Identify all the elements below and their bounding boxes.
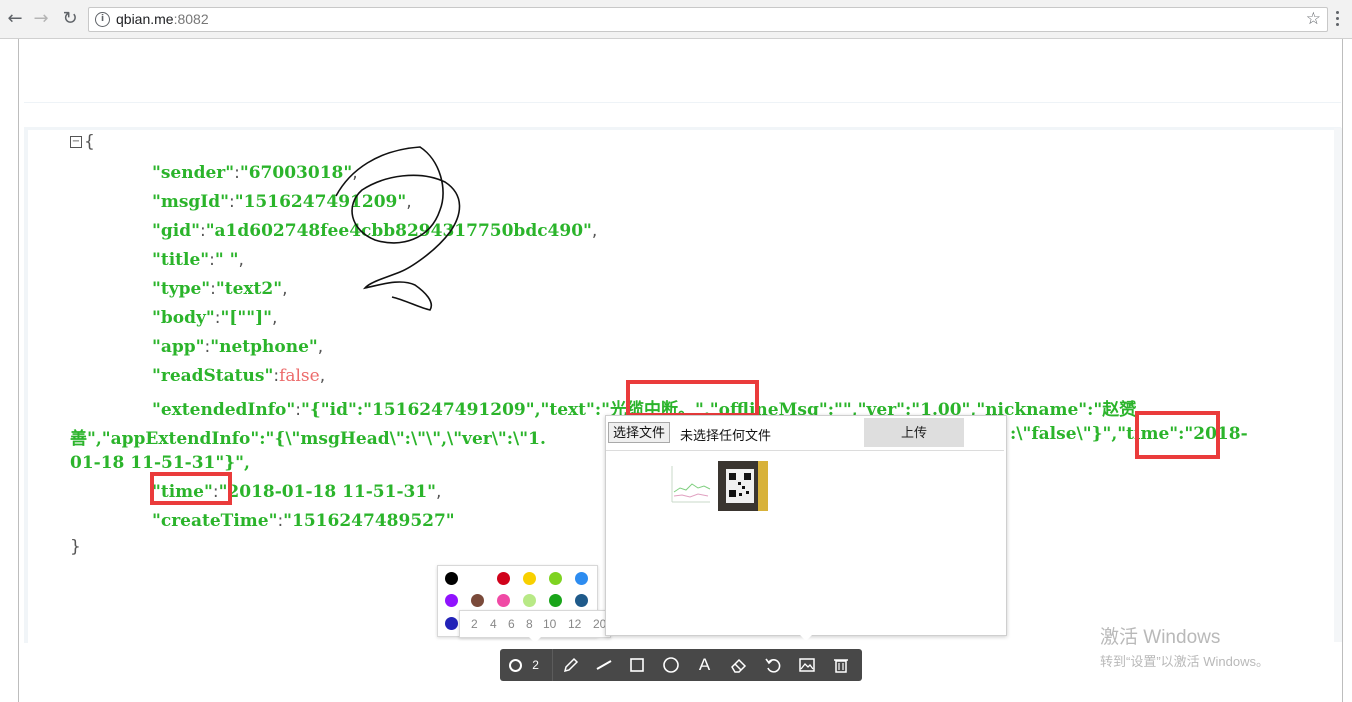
size-picker: 2 4 6 8 10 12 20	[459, 610, 611, 638]
delete-button[interactable]	[824, 649, 857, 681]
line-icon	[596, 660, 611, 670]
choose-file-button[interactable]: 选择文件	[608, 422, 671, 443]
brush-size-value: 2	[532, 658, 539, 672]
brush-size-icon	[509, 658, 523, 672]
color-swatch-lime[interactable]	[549, 572, 562, 585]
size-option[interactable]: 4	[490, 617, 497, 631]
image-button[interactable]	[790, 649, 823, 681]
no-file-label: 未选择任何文件	[680, 428, 772, 443]
size-option[interactable]: 12	[568, 617, 581, 631]
image-thumbnail-chart[interactable]	[668, 462, 714, 508]
color-swatch-navy[interactable]	[575, 594, 588, 607]
line-button[interactable]	[587, 649, 620, 681]
pencil-button[interactable]	[554, 649, 587, 681]
rectangle-icon	[629, 658, 644, 672]
watermark-subtitle: 转到“设置”以激活 Windows。	[1100, 654, 1270, 669]
color-swatch-light-green[interactable]	[523, 594, 536, 607]
image-icon	[798, 658, 815, 672]
color-swatch-yellow[interactable]	[523, 572, 536, 585]
upload-button[interactable]: 上传	[864, 418, 964, 447]
drawing-toolbar: 2 A	[500, 649, 862, 681]
color-swatch-red[interactable]	[497, 572, 510, 585]
upload-header: 选择文件 未选择任何文件 上传	[606, 416, 1004, 451]
eraser-button[interactable]	[722, 649, 755, 681]
eraser-icon	[730, 658, 746, 673]
brush-size-button[interactable]: 2	[500, 649, 548, 681]
size-option[interactable]: 10	[543, 617, 556, 631]
image-upload-panel: 选择文件 未选择任何文件 上传	[605, 415, 1007, 636]
color-swatch-white[interactable]	[471, 572, 484, 585]
color-swatch-brown[interactable]	[471, 594, 484, 607]
color-swatch-green[interactable]	[549, 594, 562, 607]
size-option[interactable]: 8	[526, 617, 533, 631]
undo-icon	[764, 658, 780, 673]
color-swatch-pink[interactable]	[497, 594, 510, 607]
pencil-icon	[563, 657, 578, 673]
undo-button[interactable]	[756, 649, 789, 681]
color-swatch-purple[interactable]	[445, 594, 458, 607]
size-picker-caret	[528, 636, 542, 643]
windows-activation-watermark: 激活 Windows 转到“设置”以激活 Windows。	[1100, 622, 1269, 670]
circle-button[interactable]	[654, 649, 687, 681]
size-option[interactable]: 6	[508, 617, 515, 631]
color-swatch-black[interactable]	[445, 572, 458, 585]
rectangle-button[interactable]	[620, 649, 653, 681]
color-swatch-blue[interactable]	[575, 572, 588, 585]
text-icon: A	[698, 655, 711, 674]
text-button[interactable]: A	[688, 649, 721, 681]
upload-panel-caret	[799, 634, 813, 641]
color-swatch-indigo[interactable]	[445, 617, 458, 630]
circle-icon	[662, 657, 679, 673]
size-option[interactable]: 2	[471, 617, 478, 631]
trash-icon	[833, 659, 848, 673]
watermark-title: 激活 Windows	[1100, 627, 1221, 648]
image-thumbnail-qr[interactable]	[718, 461, 768, 511]
